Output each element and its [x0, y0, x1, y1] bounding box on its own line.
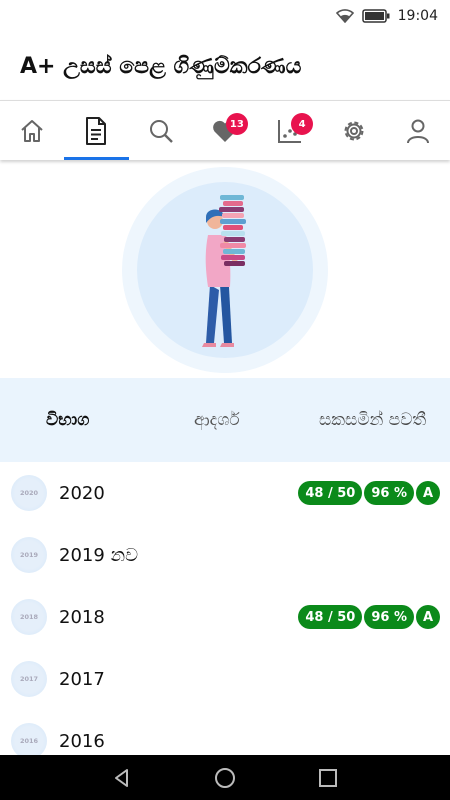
system-nav-bar — [0, 755, 450, 800]
status-time: 19:04 — [397, 8, 438, 24]
recents-square-icon — [319, 768, 338, 787]
person-with-books-illustration — [122, 166, 328, 373]
tab-profile[interactable] — [386, 101, 450, 160]
year-label: 2016 — [59, 730, 105, 752]
back-triangle-icon — [114, 768, 128, 787]
list-item[interactable]: 2020 2020 48 / 50 96 % A — [0, 462, 450, 524]
search-icon — [149, 119, 173, 143]
tab-bar: 13 4 — [0, 100, 450, 160]
column-exams[interactable]: විභාග — [46, 410, 89, 430]
list-item[interactable]: 2017 2017 — [0, 648, 450, 710]
year-icon: 2016 — [11, 723, 47, 759]
favorites-badge: 13 — [225, 113, 248, 135]
list-item[interactable]: 2019 2019 නව — [0, 524, 450, 586]
grade-badge: A — [416, 605, 440, 629]
table-header: විභාග ආදර්ශ සකසමින් පවතී — [0, 378, 450, 462]
year-icon: 2018 — [11, 599, 47, 635]
person-icon — [406, 119, 429, 143]
app-bar: A+ උසස් පෙළ ගිණුම්කරණය — [0, 32, 450, 100]
year-label: 2018 — [59, 606, 105, 628]
status-bar: 19:04 — [0, 0, 450, 32]
tab-search[interactable] — [129, 101, 193, 160]
year-label: 2020 — [59, 482, 105, 504]
column-in-progress[interactable]: සකසමින් පවතී — [319, 409, 429, 431]
hero-illustration — [0, 161, 450, 378]
exam-list: 2020 2020 48 / 50 96 % A 2019 2019 නව 20… — [0, 462, 450, 772]
list-item[interactable]: 2018 2018 48 / 50 96 % A — [0, 586, 450, 648]
score-badge: 48 / 50 — [298, 481, 363, 505]
year-label: 2019 නව — [59, 544, 139, 566]
recents-button[interactable] — [308, 758, 348, 798]
tab-home[interactable] — [0, 101, 64, 160]
grade-badge: A — [416, 481, 440, 505]
tab-stats[interactable]: 4 — [257, 101, 321, 160]
percent-badge: 96 % — [364, 605, 414, 629]
home-circle-icon — [214, 767, 235, 788]
home-icon — [21, 119, 43, 142]
battery-icon — [361, 9, 390, 23]
stats-badge: 4 — [291, 113, 314, 135]
back-button[interactable] — [102, 758, 142, 798]
tab-favorites[interactable]: 13 — [193, 101, 257, 160]
document-icon — [86, 116, 107, 145]
gear-icon — [344, 121, 364, 140]
tab-papers[interactable] — [64, 101, 129, 160]
year-icon: 2019 — [11, 537, 47, 573]
wifi-icon — [335, 9, 354, 23]
column-models[interactable]: ආදර්ශ — [194, 410, 240, 430]
year-label: 2017 — [59, 668, 105, 690]
year-icon: 2020 — [11, 475, 47, 511]
home-button[interactable] — [205, 758, 245, 798]
year-icon: 2017 — [11, 661, 47, 697]
result-badges: 48 / 50 96 % A — [298, 481, 440, 505]
score-badge: 48 / 50 — [298, 605, 363, 629]
result-badges: 48 / 50 96 % A — [298, 605, 440, 629]
percent-badge: 96 % — [364, 481, 414, 505]
app-title: A+ උසස් පෙළ ගිණුම්කරණය — [20, 53, 302, 79]
tab-settings[interactable] — [321, 101, 385, 160]
